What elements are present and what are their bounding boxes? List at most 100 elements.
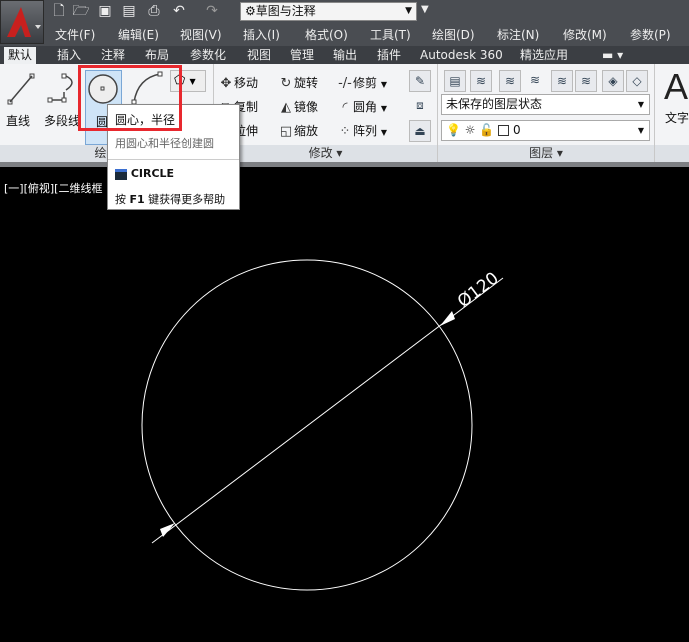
layer-match-icon[interactable]: ≋ [499, 70, 521, 92]
unlock-icon: 🔓 [479, 123, 495, 137]
chevron-down-icon: ▼ [380, 80, 387, 89]
tab-insert[interactable]: 插入 [53, 47, 85, 64]
set-current-layer-icon[interactable]: ≋ [470, 70, 492, 92]
chevron-down-icon: ▼ [380, 104, 387, 113]
redo-icon[interactable]: ↷ [203, 3, 221, 19]
dimension-text: Ø120 [454, 268, 503, 312]
tab-layout[interactable]: 布局 [141, 47, 173, 64]
move-tool[interactable]: ✥ 移动 [218, 74, 258, 92]
tab-autodesk-360[interactable]: Autodesk 360 [416, 47, 507, 64]
tab-featured-apps[interactable]: 精选应用 [516, 47, 572, 64]
save-as-icon[interactable]: ▤ [120, 3, 138, 19]
trim-tool[interactable]: -/-修剪 ▼ [337, 74, 387, 92]
highlight-box [78, 65, 182, 131]
erase-icon[interactable]: ✎ [409, 70, 431, 92]
drawing-canvas[interactable]: Ø120 [0, 167, 689, 642]
polyline-icon [47, 73, 73, 103]
line-label: 直线 [6, 114, 31, 128]
menu-file[interactable]: 文件(F) [55, 26, 95, 43]
menu-tools[interactable]: 工具(T) [370, 26, 411, 43]
menu-draw[interactable]: 绘图(D) [432, 26, 475, 43]
trim-icon: -/- [338, 75, 352, 91]
fillet-icon: ◜ [342, 99, 348, 115]
application-menu-button[interactable] [0, 0, 44, 44]
tooltip-description: 用圆心和半径创建圆 [115, 137, 214, 150]
sun-icon: ☼ [464, 123, 476, 137]
arrowhead [160, 523, 175, 537]
text-icon[interactable]: A [664, 66, 688, 108]
ribbon-minimize-icon[interactable]: ▬ ▾ [598, 47, 627, 64]
polyline-tool[interactable]: 多段线 [44, 70, 80, 129]
tooltip-command: CIRCLE [130, 167, 175, 180]
menu-parametric[interactable]: 参数(P) [630, 26, 671, 43]
layer-color-swatch [498, 125, 510, 136]
line-icon [7, 73, 35, 105]
layer-label: 图层 [529, 146, 554, 160]
menu-view[interactable]: 视图(V) [180, 26, 222, 43]
layer-properties-icon[interactable]: ▤ [444, 70, 466, 92]
layer-panel-label[interactable]: 图层 ▾ [438, 145, 654, 162]
array-tool[interactable]: ⁘ 阵列 ▼ [337, 122, 387, 140]
modify-label: 修改 [308, 146, 333, 160]
offset-icon[interactable]: ⏏ [409, 120, 431, 142]
tab-manage[interactable]: 管理 [286, 47, 318, 64]
help-suffix: 键获得更多帮助 [148, 193, 226, 206]
modify-panel-label[interactable]: 修改 ▾ [214, 145, 437, 162]
customize-qa-icon[interactable]: ▼ [421, 4, 429, 15]
mirror-tool[interactable]: ◭ 镜像 [278, 98, 318, 116]
fillet-label: 圆角 [353, 100, 378, 114]
tab-addins[interactable]: 插件 [373, 47, 405, 64]
tab-view[interactable]: 视图 [243, 47, 275, 64]
tab-default[interactable]: 默认 [4, 47, 37, 64]
layer-state-value: 未保存的图层状态 [446, 97, 543, 111]
scale-label: 缩放 [294, 124, 319, 138]
print-icon[interactable]: ⎙ [145, 3, 163, 19]
workspace-dropdown[interactable]: ⚙草图与注释 ▼ [240, 2, 417, 21]
chevron-down-icon: ▼ [405, 6, 412, 16]
line-tool[interactable]: 直线 [6, 70, 36, 129]
explode-icon[interactable]: ⧈ [409, 95, 431, 117]
scale-icon: ◱ [279, 123, 293, 139]
chevron-down-icon: ▼ [189, 77, 196, 86]
tab-parametric[interactable]: 参数化 [186, 47, 230, 64]
viewport-controls[interactable]: [一][俯视][二维线框 [4, 180, 102, 196]
polyline-label: 多段线 [44, 114, 81, 128]
layer-unisolate-icon[interactable]: ≋ [575, 70, 597, 92]
chevron-down-icon: ▼ [380, 128, 387, 137]
layer-isolate-icon[interactable]: ≋ [551, 70, 573, 92]
scale-tool[interactable]: ◱ 缩放 [278, 122, 318, 140]
layer-name: 0 [512, 123, 521, 137]
layer-freeze-icon[interactable]: ◈ [602, 70, 624, 92]
tab-annotate[interactable]: 注释 [97, 47, 129, 64]
rotate-icon: ↻ [280, 75, 292, 91]
workspace-label: 草图与注释 [255, 4, 316, 18]
menu-dimension[interactable]: 标注(N) [497, 26, 539, 43]
fillet-tool[interactable]: ◜ 圆角 ▼ [337, 98, 387, 116]
layer-state-dropdown[interactable]: 未保存的图层状态 ▼ [441, 94, 650, 115]
move-icon: ✥ [220, 75, 232, 91]
help-prefix: 按 [115, 193, 126, 206]
undo-icon[interactable]: ↶ [170, 3, 188, 19]
tab-output[interactable]: 输出 [329, 47, 361, 64]
rotate-label: 旋转 [294, 76, 319, 90]
menu-insert[interactable]: 插入(I) [243, 26, 280, 43]
open-icon[interactable]: 🗁 [72, 3, 90, 19]
save-icon[interactable]: ▣ [96, 3, 114, 19]
diameter-dimension[interactable]: Ø120 [151, 268, 504, 544]
array-icon: ⁘ [339, 123, 351, 139]
text-tool-label[interactable]: 文字 [665, 109, 689, 126]
circle-entity[interactable] [141, 259, 473, 591]
new-icon[interactable]: 🗋 [50, 3, 68, 19]
command-line-icon [115, 168, 127, 180]
rotate-tool[interactable]: ↻ 旋转 [278, 74, 318, 92]
annotation-panel-label [655, 145, 689, 162]
autocad-logo-icon [7, 7, 41, 37]
layer-dropdown[interactable]: 💡 ☼ 🔓 0 ▼ [441, 120, 650, 141]
lightbulb-icon: 💡 [446, 123, 461, 137]
menu-edit[interactable]: 编辑(E) [118, 26, 159, 43]
tooltip-divider [108, 159, 239, 160]
menu-format[interactable]: 格式(O) [305, 26, 348, 43]
layer-previous-icon[interactable]: ≋ [524, 70, 546, 92]
menu-modify[interactable]: 修改(M) [563, 26, 607, 43]
layer-off-icon[interactable]: ◇ [626, 70, 648, 92]
